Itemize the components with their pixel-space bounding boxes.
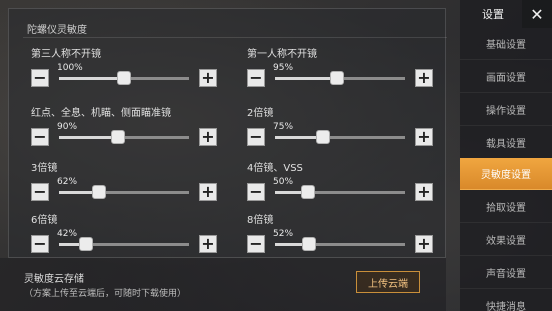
cloud-storage-subtitle: （方案上传至云端后，可随时下载使用） bbox=[24, 289, 187, 299]
setting-value: 75% bbox=[273, 122, 294, 132]
section-title: 陀螺仪灵敏度 bbox=[27, 25, 87, 36]
slider-track[interactable] bbox=[275, 71, 405, 85]
slider-thumb[interactable] bbox=[117, 71, 131, 85]
sidebar-item-controls[interactable]: 操作设置 bbox=[460, 94, 552, 126]
increase-button[interactable]: + bbox=[415, 235, 433, 253]
slider-track[interactable] bbox=[59, 71, 189, 85]
slider-track[interactable] bbox=[59, 130, 189, 144]
decrease-button[interactable]: − bbox=[31, 235, 49, 253]
setting-value: 95% bbox=[273, 63, 294, 73]
settings-sidebar: 设置 ✕ 基础设置 画面设置 操作设置 载具设置 灵敏度设置 拾取设置 效果设置… bbox=[460, 0, 552, 311]
slider-thumb[interactable] bbox=[330, 71, 344, 85]
sidebar-item-graphics[interactable]: 画面设置 bbox=[460, 61, 552, 93]
upload-cloud-button[interactable]: 上传云端 bbox=[356, 271, 420, 293]
decrease-button[interactable]: − bbox=[31, 69, 49, 87]
increase-button[interactable]: + bbox=[199, 69, 217, 87]
cloud-storage-title: 灵敏度云存储 bbox=[24, 274, 84, 285]
increase-button[interactable]: + bbox=[199, 183, 217, 201]
slider-thumb[interactable] bbox=[79, 237, 93, 251]
setting-value: 90% bbox=[57, 122, 78, 132]
setting-value: 62% bbox=[57, 177, 78, 187]
setting-label: 红点、全息、机瞄、侧面瞄准镜 bbox=[31, 108, 171, 119]
slider-thumb[interactable] bbox=[301, 185, 315, 199]
setting-label: 第三人称不开镜 bbox=[31, 49, 101, 60]
decrease-button[interactable]: − bbox=[31, 183, 49, 201]
slider-thumb[interactable] bbox=[302, 237, 316, 251]
setting-2x-scope: 2倍镜 75% − + bbox=[229, 104, 433, 160]
slider-track[interactable] bbox=[59, 185, 189, 199]
sensitivity-panel: 陀螺仪灵敏度 第三人称不开镜 100% − + 红点、全息、机瞄、侧面瞄准镜 9… bbox=[8, 8, 447, 258]
slider-fill bbox=[59, 136, 118, 139]
slider-track[interactable] bbox=[275, 185, 405, 199]
decrease-button[interactable]: − bbox=[247, 183, 265, 201]
sidebar-item-quick-messages[interactable]: 快捷消息 bbox=[460, 290, 552, 311]
setting-value: 100% bbox=[57, 63, 83, 73]
setting-label: 8倍镜 bbox=[247, 215, 274, 226]
sidebar-item-basic[interactable]: 基础设置 bbox=[460, 28, 552, 60]
sidebar-item-vehicle[interactable]: 载具设置 bbox=[460, 127, 552, 159]
section-divider bbox=[23, 37, 447, 38]
sidebar-item-audio[interactable]: 声音设置 bbox=[460, 257, 552, 289]
sidebar-item-pickup[interactable]: 拾取设置 bbox=[460, 191, 552, 223]
setting-3x-scope: 3倍镜 62% − + bbox=[13, 159, 217, 215]
decrease-button[interactable]: − bbox=[247, 69, 265, 87]
slider-track[interactable] bbox=[59, 237, 189, 251]
increase-button[interactable]: + bbox=[199, 235, 217, 253]
setting-label: 4倍镜、VSS bbox=[247, 163, 303, 174]
setting-label: 3倍镜 bbox=[31, 163, 58, 174]
slider-track[interactable] bbox=[275, 130, 405, 144]
setting-third-person-no-scope: 第三人称不开镜 100% − + bbox=[13, 45, 217, 101]
decrease-button[interactable]: − bbox=[247, 128, 265, 146]
sidebar-title: 设置 bbox=[482, 8, 504, 21]
decrease-button[interactable]: − bbox=[247, 235, 265, 253]
sidebar-item-effects[interactable]: 效果设置 bbox=[460, 224, 552, 256]
setting-label: 2倍镜 bbox=[247, 108, 274, 119]
decrease-button[interactable]: − bbox=[31, 128, 49, 146]
slider-thumb[interactable] bbox=[92, 185, 106, 199]
close-icon[interactable]: ✕ bbox=[522, 0, 552, 28]
slider-track[interactable] bbox=[275, 237, 405, 251]
slider-thumb[interactable] bbox=[316, 130, 330, 144]
cloud-storage-section: 灵敏度云存储 （方案上传至云端后，可随时下载使用） 上传云端 bbox=[0, 258, 446, 311]
setting-label: 6倍镜 bbox=[31, 215, 58, 226]
increase-button[interactable]: + bbox=[415, 128, 433, 146]
sidebar-item-sensitivity[interactable]: 灵敏度设置 bbox=[460, 158, 552, 190]
setting-value: 52% bbox=[273, 229, 294, 239]
setting-4x-vss-scope: 4倍镜、VSS 50% − + bbox=[229, 159, 433, 215]
slider-fill bbox=[59, 77, 124, 80]
slider-fill bbox=[275, 77, 337, 80]
setting-red-dot-holo: 红点、全息、机瞄、侧面瞄准镜 90% − + bbox=[13, 104, 217, 160]
increase-button[interactable]: + bbox=[199, 128, 217, 146]
slider-thumb[interactable] bbox=[111, 130, 125, 144]
increase-button[interactable]: + bbox=[415, 69, 433, 87]
setting-first-person-no-scope: 第一人称不开镜 95% − + bbox=[229, 45, 433, 101]
increase-button[interactable]: + bbox=[415, 183, 433, 201]
setting-label: 第一人称不开镜 bbox=[247, 49, 317, 60]
setting-value: 42% bbox=[57, 229, 78, 239]
setting-value: 50% bbox=[273, 177, 294, 187]
